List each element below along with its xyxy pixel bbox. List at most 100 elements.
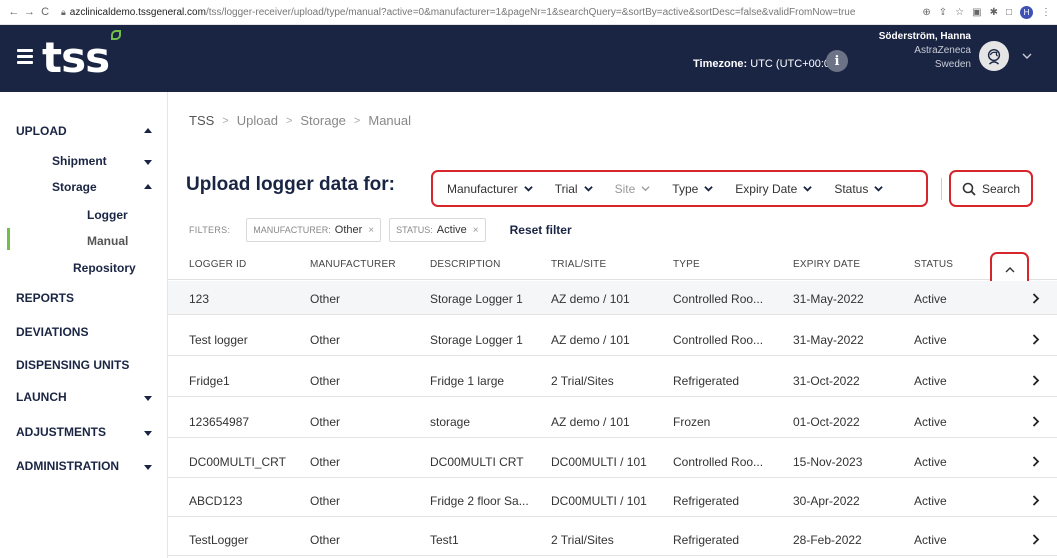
avatar[interactable] — [979, 41, 1009, 71]
site-dropdown[interactable]: Site — [615, 182, 651, 196]
type-dropdown[interactable]: Type — [672, 182, 714, 196]
chevron-down-icon[interactable] — [144, 431, 152, 436]
close-icon[interactable]: × — [368, 225, 374, 236]
cell-manufacturer: Other — [310, 292, 341, 306]
table-row[interactable]: Fridge1 Other Fridge 1 large 2 Trial/Sit… — [168, 363, 1057, 397]
sidebar: UPLOAD Shipment Storage Logger Manual Re… — [0, 92, 168, 558]
chevron-right-icon[interactable] — [1032, 416, 1040, 427]
breadcrumb-storage[interactable]: Storage — [300, 113, 346, 128]
chevron-down-icon — [803, 186, 813, 192]
extension-icon[interactable]: ▣ — [972, 7, 981, 18]
chevron-down-icon[interactable] — [144, 396, 152, 401]
chevron-down-icon — [704, 186, 714, 192]
filter-chip-value: Active — [436, 224, 467, 236]
share-icon[interactable]: ⇪ — [939, 7, 947, 18]
column-header-status[interactable]: STATUS — [914, 259, 953, 270]
active-filters: FILTERS: MANUFACTURER: Other × STATUS: A… — [189, 218, 572, 242]
cell-type: Refrigerated — [673, 494, 740, 508]
cell-status: Active — [914, 494, 947, 508]
chevron-down-icon[interactable] — [144, 465, 152, 470]
cell-manufacturer: Other — [310, 455, 341, 469]
filters-label: FILTERS: — [189, 225, 231, 235]
column-header-logger-id[interactable]: LOGGER ID — [189, 259, 246, 270]
sidebar-item-launch[interactable]: LAUNCH — [16, 390, 67, 404]
user-name: Söderström, Hanna — [878, 31, 971, 42]
puzzle-icon[interactable]: ✱ — [990, 7, 998, 18]
table-row[interactable]: 123 Other Storage Logger 1 AZ demo / 101… — [168, 281, 1057, 315]
address-bar[interactable]: 🔒︎ azclinicaldemo.tssgeneral.com /tss/lo… — [61, 7, 922, 18]
cell-logger-id: Test logger — [189, 333, 248, 347]
status-dropdown-label: Status — [834, 181, 869, 196]
table-row[interactable]: TestLogger Other Test1 2 Trial/Sites Ref… — [168, 522, 1057, 556]
sidebar-item-reports[interactable]: REPORTS — [16, 291, 74, 305]
browser-profile-avatar[interactable]: H — [1020, 5, 1033, 19]
sidebar-item-logger[interactable]: Logger — [87, 208, 128, 222]
sidebar-item-administration[interactable]: ADMINISTRATION — [16, 459, 119, 473]
chevron-right-icon[interactable] — [1032, 293, 1040, 304]
cell-trial-site: DC00MULTI / 101 — [551, 455, 647, 469]
chevron-right-icon[interactable] — [1032, 456, 1040, 467]
sidebar-item-adjustments[interactable]: ADJUSTMENTS — [16, 425, 106, 439]
chevron-right-icon[interactable] — [1032, 334, 1040, 345]
cell-logger-id: ABCD123 — [189, 494, 243, 508]
trial-dropdown[interactable]: Trial — [555, 182, 593, 196]
cell-trial-site: AZ demo / 101 — [551, 333, 630, 347]
chevron-right-icon[interactable] — [1032, 534, 1040, 545]
reload-icon[interactable]: C — [37, 6, 53, 18]
sidepanel-icon[interactable]: □ — [1006, 7, 1012, 18]
column-header-description[interactable]: DESCRIPTION — [430, 259, 501, 270]
table-row[interactable]: DC00MULTI_CRT Other DC00MULTI CRT DC00MU… — [168, 444, 1057, 478]
filter-chip-key: MANUFACTURER: — [253, 225, 331, 235]
sidebar-item-storage[interactable]: Storage — [52, 180, 97, 194]
cell-expiry-date: 31-May-2022 — [793, 333, 864, 347]
table-row[interactable]: Test logger Other Storage Logger 1 AZ de… — [168, 322, 1057, 356]
table-row[interactable]: ABCD123 Other Fridge 2 floor Sa... DC00M… — [168, 483, 1057, 517]
chevron-up-icon[interactable] — [144, 184, 152, 189]
cell-status: Active — [914, 374, 947, 388]
column-header-trial-site[interactable]: TRIAL/SITE — [551, 259, 606, 270]
sidebar-item-deviations[interactable]: DEVIATIONS — [16, 325, 88, 339]
chevron-up-icon — [1005, 267, 1014, 273]
back-icon[interactable]: ← — [6, 6, 22, 18]
cell-type: Controlled Roo... — [673, 455, 764, 469]
tss-logo[interactable]: tss — [42, 33, 110, 82]
table-row[interactable]: 123654987 Other storage AZ demo / 101 Fr… — [168, 404, 1057, 438]
chevron-down-icon — [583, 186, 593, 192]
browser-menu-icon[interactable]: ⋮ — [1041, 7, 1051, 18]
sidebar-item-manual[interactable]: Manual — [87, 234, 128, 248]
close-icon[interactable]: × — [473, 225, 479, 236]
chevron-down-icon[interactable] — [1022, 51, 1032, 61]
sidebar-item-shipment[interactable]: Shipment — [52, 154, 107, 168]
search-button[interactable]: Search — [949, 170, 1033, 207]
status-dropdown[interactable]: Status — [834, 181, 884, 196]
expiry-date-dropdown-label: Expiry Date — [735, 181, 798, 196]
cell-type: Controlled Roo... — [673, 333, 764, 347]
cell-logger-id: Fridge1 — [189, 374, 230, 388]
column-header-expiry-date[interactable]: EXPIRY DATE — [793, 259, 860, 270]
zoom-icon[interactable]: ⊕ — [922, 7, 930, 18]
user-info[interactable]: Söderström, Hanna AstraZeneca Sweden — [831, 30, 971, 72]
expiry-date-dropdown[interactable]: Expiry Date — [735, 181, 813, 196]
forward-icon[interactable]: → — [22, 6, 38, 18]
hamburger-menu-icon[interactable] — [17, 49, 33, 64]
chevron-down-icon[interactable] — [144, 160, 152, 165]
bookmark-star-icon[interactable]: ☆ — [955, 7, 964, 18]
cell-manufacturer: Other — [310, 494, 341, 508]
reset-filter-link[interactable]: Reset filter — [510, 223, 572, 237]
chevron-down-icon — [641, 186, 650, 192]
filter-dropdown-group: Manufacturer Trial Site Type Expiry Date… — [431, 170, 928, 207]
cell-expiry-date: 31-Oct-2022 — [793, 374, 860, 388]
column-header-type[interactable]: TYPE — [673, 259, 700, 270]
cell-type: Frozen — [673, 415, 711, 429]
chevron-right-icon[interactable] — [1032, 495, 1040, 506]
breadcrumb-tss[interactable]: TSS — [189, 113, 214, 128]
sidebar-item-dispensing-units[interactable]: DISPENSING UNITS — [16, 358, 129, 372]
sidebar-item-upload[interactable]: UPLOAD — [16, 124, 67, 138]
chevron-right-icon[interactable] — [1032, 375, 1040, 386]
cell-description: Fridge 2 floor Sa... — [430, 494, 529, 508]
column-header-manufacturer[interactable]: MANUFACTURER — [310, 259, 396, 270]
manufacturer-dropdown[interactable]: Manufacturer — [447, 182, 533, 196]
breadcrumb-upload[interactable]: Upload — [237, 113, 278, 128]
sidebar-item-repository[interactable]: Repository — [73, 261, 136, 275]
chevron-up-icon[interactable] — [144, 128, 152, 133]
